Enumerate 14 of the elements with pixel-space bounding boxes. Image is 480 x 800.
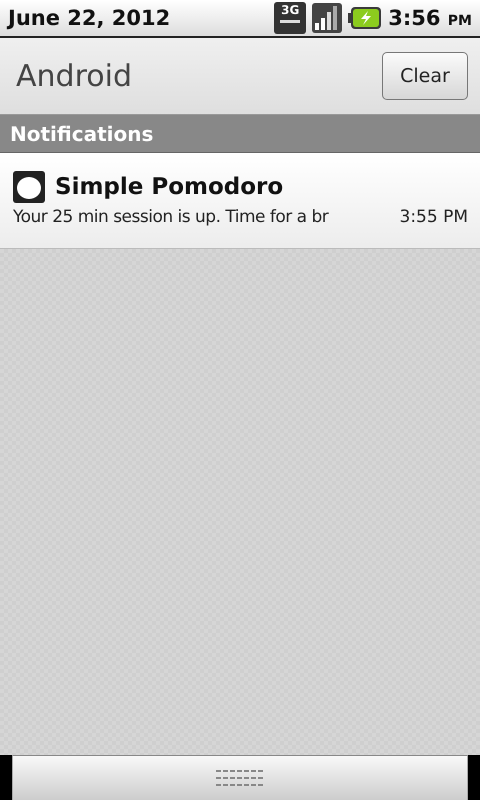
status-date: June 22, 2012 <box>8 6 170 30</box>
grip-icon <box>215 768 265 788</box>
drag-handle[interactable] <box>12 755 468 800</box>
notification-text: Your 25 min session is up. Time for a br <box>13 207 328 227</box>
notification-time: 3:55 PM <box>400 207 468 227</box>
section-title: Notifications <box>10 122 154 146</box>
clear-button[interactable]: Clear <box>382 52 468 100</box>
app-icon <box>13 171 45 203</box>
status-time: 3:56 PM <box>388 6 472 30</box>
notification-title: Simple Pomodoro <box>55 174 284 200</box>
network-icon: 3G <box>274 2 306 34</box>
notification-item[interactable]: Simple Pomodoro Your 25 min session is up. Time for a br 3:55 PM <box>0 153 480 249</box>
title-text: Android <box>16 58 132 94</box>
signal-icon <box>312 3 342 33</box>
